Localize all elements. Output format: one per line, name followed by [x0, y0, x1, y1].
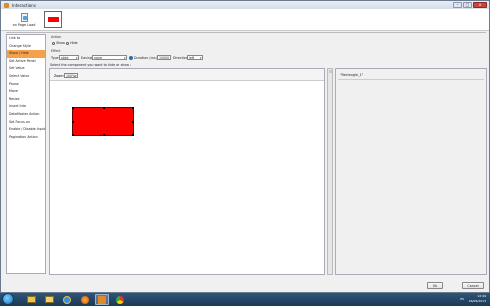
- resize-handle[interactable]: [103, 107, 105, 109]
- sidebar-item-resize[interactable]: Resize: [7, 96, 45, 104]
- resize-handle[interactable]: [72, 121, 74, 123]
- interactions-window: Interactions – □ x on Page Load Link to …: [0, 0, 490, 293]
- interactions-app-icon[interactable]: [95, 294, 109, 305]
- sidebar-item-pause[interactable]: Pause: [7, 81, 45, 89]
- sidebar-item-insert-into[interactable]: Insert Into: [7, 103, 45, 111]
- effect-group-label: Effect: [51, 49, 61, 53]
- app-icon: [4, 2, 9, 8]
- direction-select[interactable]: left: [187, 55, 203, 60]
- page-load-icon: [20, 13, 28, 22]
- chrome-icon[interactable]: [113, 294, 127, 305]
- sidebar-item-set-focus-on[interactable]: Set Focus on: [7, 119, 45, 127]
- sidebar-item-select-value[interactable]: Select Value: [7, 73, 45, 81]
- start-button[interactable]: [2, 293, 14, 305]
- on-page-load-button[interactable]: on Page Load: [9, 10, 39, 30]
- sidebar-item-link-to[interactable]: Link to: [7, 35, 45, 43]
- action-settings: Action Show Hide Effect Type slide Easin…: [49, 34, 487, 62]
- type-label: Type: [51, 56, 59, 60]
- window-title: Interactions: [12, 2, 36, 8]
- folder-icon[interactable]: [42, 294, 56, 305]
- sidebar-item-set-value[interactable]: Set Value: [7, 65, 45, 73]
- internet-explorer-icon[interactable]: [60, 294, 74, 305]
- rectangle-1-shape[interactable]: [72, 107, 134, 136]
- resize-handle[interactable]: [72, 107, 74, 109]
- cancel-button[interactable]: Cancel: [462, 282, 484, 289]
- type-select[interactable]: slide: [59, 55, 79, 60]
- show-label: Show: [56, 41, 65, 45]
- easing-label: Easing: [81, 56, 92, 60]
- properties-panel: "Rectangle_1": [335, 68, 487, 275]
- duration-checkbox[interactable]: [129, 55, 133, 60]
- zoom-select[interactable]: 100%: [64, 73, 78, 78]
- title-bar: Interactions – □ x: [1, 1, 489, 9]
- hide-radio[interactable]: [66, 41, 69, 45]
- canvas-header: Zoom: 100%: [50, 69, 324, 81]
- rectangle-thumbnail-icon: [47, 17, 59, 22]
- action-group-label: Action: [51, 35, 62, 39]
- close-button[interactable]: x: [473, 2, 487, 8]
- easing-select[interactable]: none: [92, 55, 127, 60]
- sidebar-item-set-active-panel[interactable]: Set Active Panel: [7, 58, 45, 66]
- sidebar-item-datamaster-action[interactable]: DataMaster Action: [7, 111, 45, 119]
- clock[interactable]: 12:49 26/06/2013: [469, 294, 486, 303]
- ok-button[interactable]: Ok: [427, 282, 443, 289]
- component-canvas[interactable]: Zoom: 100%: [49, 68, 325, 275]
- selected-component-name: "Rectangle_1": [340, 73, 364, 77]
- explorer-icon[interactable]: [24, 294, 38, 305]
- sidebar-item-change-style[interactable]: Change Style: [7, 43, 45, 51]
- action-list: Link to Change Style Show / Hide Set Act…: [6, 34, 46, 274]
- toolbar-divider: [6, 32, 486, 33]
- canvas-scrollbar[interactable]: [327, 68, 333, 275]
- sidebar-item-pagination-action[interactable]: Pagination Action: [7, 134, 45, 142]
- resize-handle[interactable]: [72, 134, 74, 136]
- event-toolbar: on Page Load: [1, 9, 489, 31]
- sidebar-item-show-hide[interactable]: Show / Hide: [7, 50, 45, 58]
- direction-label: Direction: [173, 56, 188, 60]
- resize-handle[interactable]: [132, 121, 134, 123]
- duration-label: Duration (ms): [134, 56, 157, 60]
- show-radio[interactable]: [52, 41, 55, 45]
- resize-handle[interactable]: [103, 134, 105, 136]
- sidebar-item-enable-disable-input[interactable]: Enable / Disable Input: [7, 126, 45, 134]
- rectangle-thumbnail-button[interactable]: [44, 11, 62, 28]
- resize-handle[interactable]: [132, 107, 134, 109]
- canvas-instruction: Select the component you want to hide or…: [50, 63, 132, 67]
- hide-label: Hide: [70, 41, 78, 45]
- on-page-load-label: on Page Load: [12, 23, 36, 27]
- properties-divider: [338, 79, 484, 80]
- maximize-button[interactable]: □: [463, 2, 472, 8]
- language-indicator[interactable]: ES: [460, 297, 464, 301]
- sidebar-item-move[interactable]: Move: [7, 88, 45, 96]
- taskbar: ES 12:49 26/06/2013: [0, 293, 490, 306]
- minimize-button[interactable]: –: [453, 2, 462, 8]
- clock-date: 26/06/2013: [468, 298, 486, 303]
- resize-handle[interactable]: [132, 134, 134, 136]
- duration-input[interactable]: 15000: [157, 55, 171, 60]
- firefox-icon[interactable]: [78, 294, 92, 305]
